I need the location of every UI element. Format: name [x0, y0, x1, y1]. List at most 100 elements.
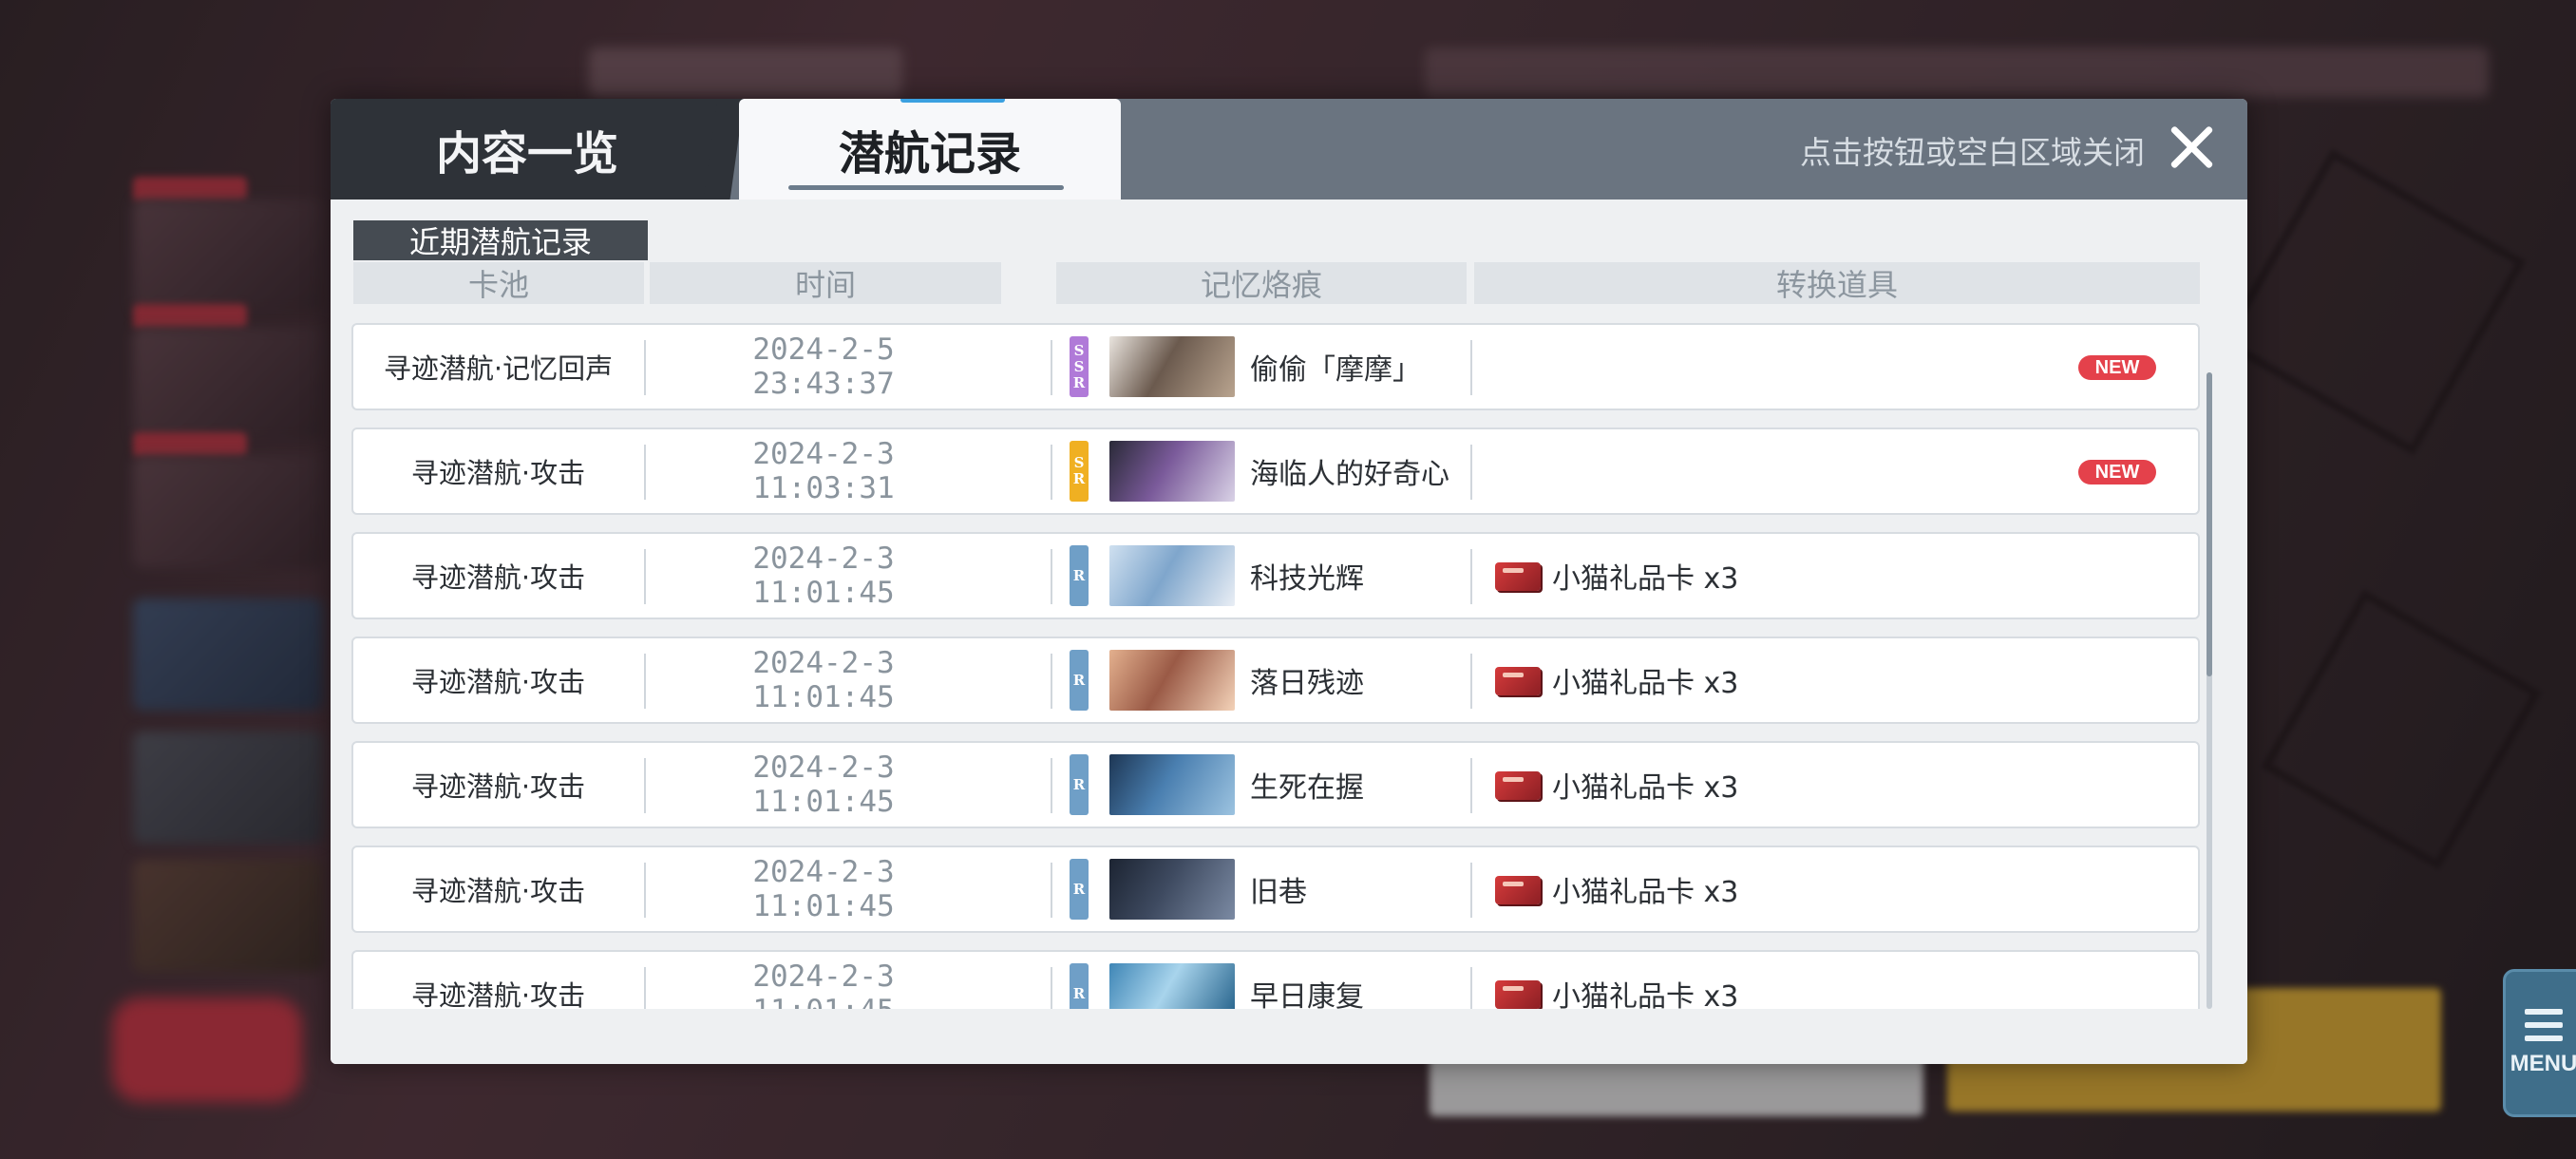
record-time: 2024-2-5 23:43:37 — [648, 325, 999, 408]
memory-thumbnail[interactable] — [1109, 963, 1235, 1009]
records-list[interactable]: 寻迹潜航·记忆回声 2024-2-5 23:43:37 S S R 偷偷「摩摩」 NEW 寻迹潜… — [351, 323, 2204, 1009]
close-icon[interactable] — [2164, 120, 2219, 175]
record-time: 2024-2-311:01:45 — [648, 952, 999, 1009]
memory-name: 旧巷 — [1250, 876, 1307, 909]
record-row[interactable]: 寻迹潜航·记忆回声 2024-2-5 23:43:37 S S R 偷偷「摩摩」 NEW — [351, 323, 2200, 410]
converted-item: 小猫礼品卡 x3 — [1552, 562, 1739, 596]
rarity-badge: SSR — [1070, 336, 1089, 397]
converted-item: 小猫礼品卡 x3 — [1552, 667, 1739, 700]
memory-thumbnail[interactable] — [1109, 754, 1235, 815]
memory-thumbnail[interactable] — [1109, 859, 1235, 920]
tab-underline — [788, 185, 1064, 190]
new-badge: NEW — [2078, 460, 2156, 484]
record-row[interactable]: 寻迹潜航·攻击 2024-2-3 11:01:45 R 落日残迹 小猫礼品卡 x3 — [351, 636, 2200, 724]
record-date: 2024-2-3 — [752, 960, 895, 994]
column-divider — [1470, 549, 1472, 604]
record-row[interactable]: 寻迹潜航·攻击 2024-2-3 11:03:31 S R 海临人的好奇心 NEW — [351, 428, 2200, 515]
rarity-badge: R — [1070, 859, 1089, 920]
gift-card-icon — [1495, 876, 1541, 904]
column-divider — [1051, 340, 1052, 395]
column-divider — [1470, 967, 1472, 1009]
record-clock: 11:01:45 — [752, 680, 895, 714]
record-row[interactable]: 寻迹潜航·攻击 2024-2-3 11:01:45 R 旧巷 小猫礼品卡 x3 — [351, 846, 2200, 933]
memory-thumbnail[interactable] — [1109, 441, 1235, 502]
record-date: 2024-2-3 — [752, 750, 895, 785]
memory-name: 早日康复 — [1250, 980, 1364, 1009]
column-divider — [1470, 758, 1472, 813]
record-row[interactable]: 寻迹潜航·攻击 2024-2-3 11:01:45 R 生死在握 小猫礼品卡 x3 — [351, 741, 2200, 828]
pool-name: 寻迹潜航·攻击 — [410, 666, 586, 698]
record-date: 2024-2-3 — [752, 542, 895, 576]
column-header-item: 转换道具 — [1474, 262, 2200, 304]
converted-item: 小猫礼品卡 x3 — [1552, 980, 1739, 1009]
column-divider — [644, 967, 646, 1009]
gift-card-icon — [1495, 562, 1541, 591]
dialog-footer — [331, 1009, 2247, 1064]
section-label: 近期潜航记录 — [353, 220, 648, 260]
record-date: 2024-2-3 — [752, 855, 895, 889]
record-clock: 11:01:45 — [752, 785, 895, 819]
memory-thumbnail[interactable] — [1109, 650, 1235, 711]
pool-name: 寻迹潜航·攻击 — [410, 457, 586, 489]
column-divider — [644, 549, 646, 604]
memory-name: 海临人的好奇心 — [1250, 458, 1449, 491]
record-date: 2024-2-3 — [752, 646, 895, 680]
pool-name: 寻迹潜航·记忆回声 — [383, 352, 614, 385]
record-row[interactable]: 寻迹潜航·攻击 2024-2-3 11:01:45 R 科技光辉 小猫礼品卡 x3 — [351, 532, 2200, 619]
column-divider — [1051, 549, 1052, 604]
dialog-header: 内容一览 潜航记录 点击按钮或空白区域关闭 — [331, 99, 2247, 200]
pool-name: 寻迹潜航·攻击 — [410, 770, 586, 803]
record-time: 2024-2-311:01:45 — [648, 638, 999, 722]
column-divider — [1051, 863, 1052, 918]
tab-content-label: 内容一览 — [435, 127, 618, 180]
memory-thumbnail[interactable] — [1109, 336, 1235, 397]
rarity-badge: R — [1070, 754, 1089, 815]
record-clock: 11:03:31 — [752, 471, 895, 505]
close-hint: 点击按钮或空白区域关闭 — [1800, 134, 2145, 171]
record-date: 2024-2-3 — [752, 437, 895, 471]
hamburger-icon — [2525, 1009, 2563, 1041]
active-tab-indicator — [900, 99, 1005, 103]
pool-name: 寻迹潜航·攻击 — [410, 561, 586, 594]
column-divider — [1051, 654, 1052, 709]
column-divider — [644, 340, 646, 395]
menu-button[interactable]: MENU — [2503, 969, 2576, 1117]
column-divider — [644, 445, 646, 500]
column-divider — [1470, 863, 1472, 918]
pool-name: 寻迹潜航·攻击 — [410, 979, 586, 1009]
record-time: 2024-2-311:01:45 — [648, 847, 999, 931]
memory-name: 偷偷「摩摩」 — [1250, 353, 1421, 387]
converted-item: 小猫礼品卡 x3 — [1552, 771, 1739, 805]
record-time: 2024-2-3 11:03:31 — [648, 429, 999, 513]
record-clock: 11:01:45 — [752, 576, 895, 610]
record-time: 2024-2-311:01:45 — [648, 534, 999, 618]
tab-dive-records[interactable]: 潜航记录 — [739, 99, 1121, 200]
column-divider — [644, 758, 646, 813]
rarity-badge: R — [1070, 963, 1089, 1009]
gift-card-icon — [1495, 667, 1541, 695]
record-clock: 23:43:37 — [752, 367, 895, 401]
record-clock: 11:01:45 — [752, 889, 895, 923]
memory-thumbnail[interactable] — [1109, 545, 1235, 606]
column-divider — [1470, 445, 1472, 500]
column-divider — [1470, 340, 1472, 395]
scrollbar-thumb[interactable] — [2207, 372, 2212, 676]
column-divider — [644, 863, 646, 918]
rarity-badge: R — [1070, 545, 1089, 606]
pool-name: 寻迹潜航·攻击 — [410, 875, 586, 907]
gift-card-icon — [1495, 771, 1541, 800]
converted-item: 小猫礼品卡 x3 — [1552, 876, 1739, 909]
record-clock: 11:01:45 — [752, 994, 894, 1009]
column-divider — [1051, 967, 1052, 1009]
column-header-time: 时间 — [650, 262, 1001, 304]
record-row[interactable]: 寻迹潜航·攻击 2024-2-311:01:45 R 早日康复 小猫礼品卡 x3 — [351, 950, 2200, 1009]
column-divider — [644, 654, 646, 709]
rarity-badge: SR — [1070, 441, 1089, 502]
tab-records-label: 潜航记录 — [838, 127, 1021, 180]
tab-content-overview[interactable]: 内容一览 — [331, 99, 724, 200]
column-header-memory: 记忆烙痕 — [1056, 262, 1467, 304]
column-divider — [1470, 654, 1472, 709]
memory-name: 科技光辉 — [1250, 562, 1364, 596]
rarity-badge: R — [1070, 650, 1089, 711]
column-divider — [1051, 758, 1052, 813]
